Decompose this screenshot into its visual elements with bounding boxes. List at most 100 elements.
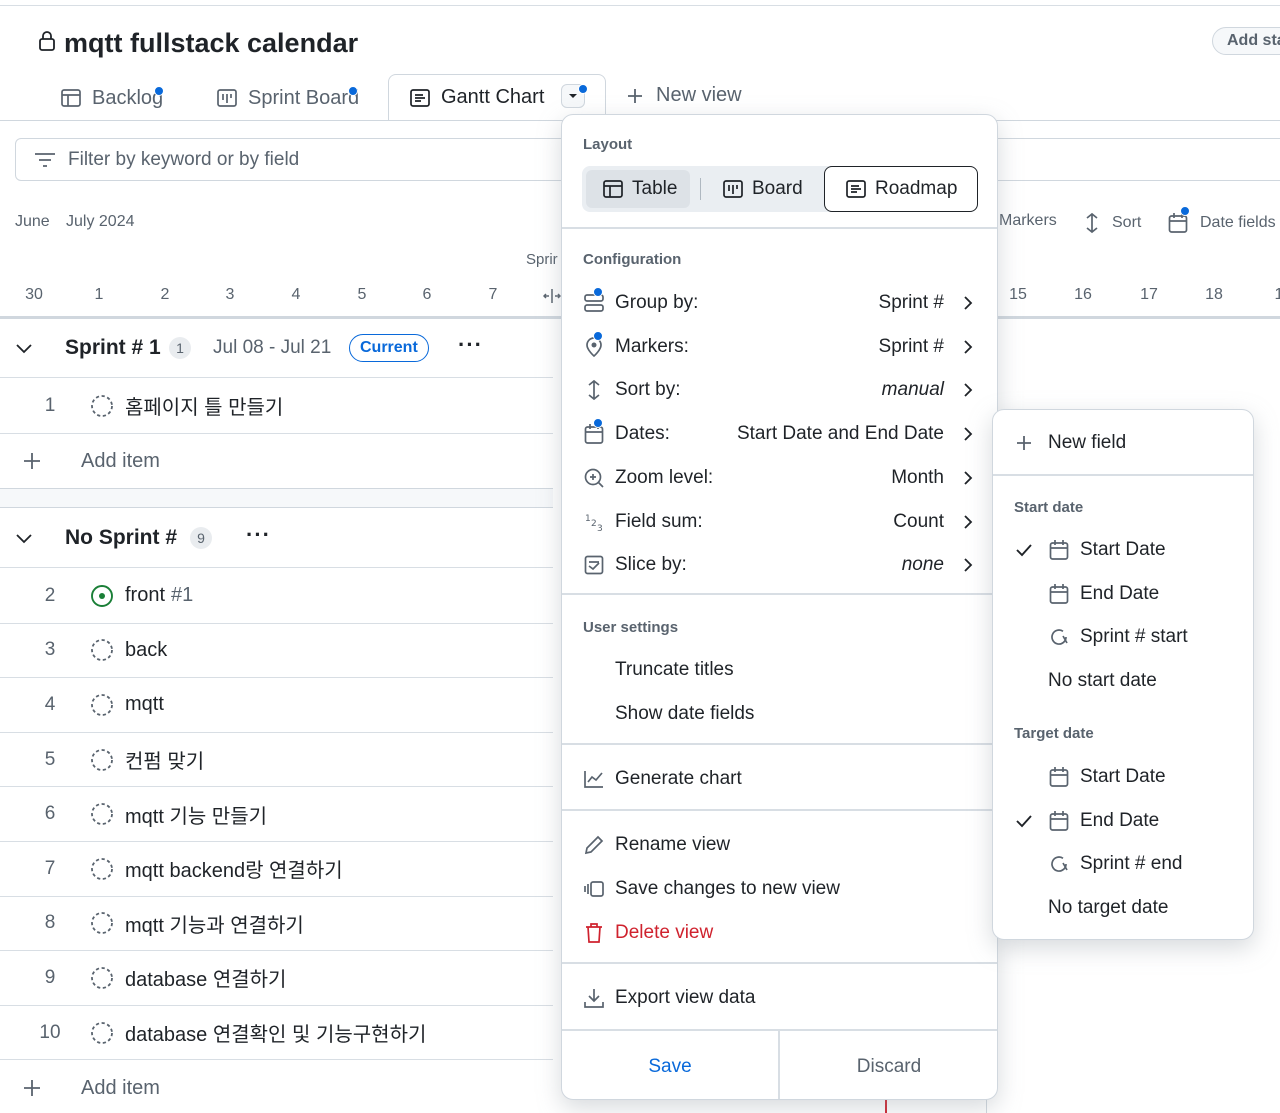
table-row[interactable]: 6 mqtt 기능 만들기 <box>0 787 553 842</box>
board-icon <box>722 178 744 200</box>
menu-item-value: Start Date and End Date <box>736 423 944 445</box>
layout-option-label: Table <box>632 178 678 199</box>
sort-by-item[interactable]: Sort by: manual <box>562 370 997 410</box>
item-title[interactable]: mqtt backend랑 연결하기 <box>125 854 343 883</box>
group-header-sprint-1[interactable]: Sprint # 1 1 Jul 08 - Jul 21 Current ··· <box>0 318 553 378</box>
slice-by-item[interactable]: Slice by: none <box>562 545 997 585</box>
target-date-option[interactable]: Sprint # end <box>993 844 1253 884</box>
start-date-option[interactable]: Sprint # start <box>993 617 1253 657</box>
item-title[interactable]: 홈페이지 틀 만들기 <box>125 391 283 420</box>
dates-item[interactable]: Dates: Start Date and End Date <box>562 414 997 454</box>
item-reference[interactable]: #1 <box>171 584 193 606</box>
target-date-option[interactable]: No target date <box>993 888 1253 928</box>
save-to-new-view-item[interactable]: Save changes to new view <box>562 869 997 909</box>
marker-icon <box>583 330 605 358</box>
submenu-item-label: Start Date <box>1080 766 1166 787</box>
add-item-row[interactable]: Add item <box>0 1061 553 1113</box>
item-title[interactable]: database 연결하기 <box>125 963 286 992</box>
table-row[interactable]: 5 컨펌 맞기 <box>0 733 553 788</box>
chevron-right-icon <box>963 470 973 486</box>
item-title[interactable]: mqtt 기능과 연결하기 <box>125 909 304 938</box>
table-row[interactable]: 9 database 연결하기 <box>0 951 553 1006</box>
add-item-label: Add item <box>81 1076 160 1099</box>
group-header-no-sprint[interactable]: No Sprint # 9 ··· <box>0 508 553 568</box>
table-row[interactable]: 8 mqtt 기능과 연결하기 <box>0 897 553 952</box>
item-title[interactable]: 컨펌 맞기 <box>125 745 204 774</box>
layout-option-table[interactable]: Table <box>586 170 690 208</box>
menu-item-value: manual <box>881 379 944 401</box>
submenu-item-label: End Date <box>1080 582 1160 604</box>
chevron-right-icon <box>963 514 973 530</box>
menu-footer: Save Discard <box>562 1029 997 1099</box>
delete-view-item[interactable]: Delete view <box>562 913 997 953</box>
target-date-option[interactable]: Start Date <box>993 757 1253 797</box>
generate-chart-item[interactable]: Generate chart <box>562 759 997 799</box>
view-options-menu: Layout Table Board Roadmap Configuration… <box>561 114 998 1100</box>
date-fields-button[interactable]: Date fields <box>1168 206 1276 234</box>
date-fields-label: Date fields <box>1200 214 1276 231</box>
chevron-down-icon[interactable] <box>15 532 33 544</box>
rename-view-item[interactable]: Rename view <box>562 825 997 865</box>
unsaved-dot <box>1180 206 1190 216</box>
day-row-right: 15 16 17 18 1 <box>990 0 1280 320</box>
resize-handle-icon[interactable] <box>543 288 561 304</box>
table-row[interactable]: 2 front #1 <box>0 569 553 624</box>
item-title[interactable]: mqtt <box>125 693 164 716</box>
menu-item-label: Markers: <box>615 335 689 357</box>
menu-item-value: Count <box>893 510 944 532</box>
chevron-down-icon <box>567 92 579 100</box>
row-number: 10 <box>39 1021 61 1043</box>
iteration-icon <box>1048 626 1070 648</box>
current-badge: Current <box>349 333 429 362</box>
truncate-titles-toggle[interactable]: Truncate titles <box>562 650 997 690</box>
add-item-row[interactable]: Add item <box>0 434 553 488</box>
group-menu-icon[interactable]: ··· <box>246 522 271 548</box>
table-row[interactable]: 7 mqtt backend랑 연결하기 <box>0 842 553 897</box>
check-icon <box>1015 814 1033 828</box>
item-title[interactable]: database 연결확인 및 기능구현하기 <box>125 1018 426 1047</box>
menu-divider <box>562 227 997 229</box>
segment-divider <box>700 178 701 200</box>
new-field-item[interactable]: New field <box>993 423 1253 463</box>
table-row[interactable]: 3 back <box>0 624 553 679</box>
sort-button[interactable]: Sort <box>1084 212 1141 234</box>
group-by-item[interactable]: Group by: Sprint # <box>562 283 997 323</box>
markers-button[interactable]: Markers <box>999 212 1057 230</box>
item-title-text: mqtt <box>125 693 164 716</box>
row-number: 6 <box>44 803 56 825</box>
start-date-option[interactable]: Start Date <box>993 530 1253 570</box>
discard-button[interactable]: Discard <box>780 1031 997 1099</box>
svg-text:3: 3 <box>597 524 603 533</box>
target-date-option[interactable]: End Date <box>993 801 1253 841</box>
start-date-option[interactable]: No start date <box>993 661 1253 701</box>
item-title[interactable]: mqtt 기능 만들기 <box>125 800 267 829</box>
calendar-icon <box>583 418 605 445</box>
group-menu-icon[interactable]: ··· <box>458 332 483 358</box>
field-sum-item[interactable]: 1 2 3 Field sum: Count <box>562 502 997 542</box>
markers-item[interactable]: Markers: Sprint # <box>562 327 997 367</box>
submenu-item-label: No start date <box>1048 670 1157 692</box>
layout-option-roadmap[interactable]: Roadmap <box>824 166 978 212</box>
start-date-option[interactable]: End Date <box>993 574 1253 614</box>
chevron-down-icon[interactable] <box>15 342 33 354</box>
table-row[interactable]: 4 mqtt <box>0 678 553 733</box>
layout-option-label: Roadmap <box>875 178 958 199</box>
table-row[interactable]: 1 홈페이지 틀 만들기 <box>0 379 553 434</box>
save-button[interactable]: Save <box>562 1031 780 1099</box>
chevron-right-icon <box>963 382 973 398</box>
export-view-item[interactable]: Export view data <box>562 978 997 1018</box>
menu-item-value: Sprint # <box>878 335 944 357</box>
item-title[interactable]: back <box>125 639 167 662</box>
table-row[interactable]: 10 database 연결확인 및 기능구현하기 <box>0 1006 553 1061</box>
graph-icon <box>583 769 605 789</box>
layout-option-board[interactable]: Board <box>722 170 803 208</box>
new-view-button[interactable]: New view <box>626 84 742 107</box>
zoom-level-item[interactable]: Zoom level: Month <box>562 458 997 498</box>
new-view-label: New view <box>656 84 742 106</box>
show-date-fields-toggle[interactable]: Show date fields <box>562 694 997 734</box>
day-label: 1 <box>94 286 104 303</box>
field-sum-icon: 123 <box>583 511 605 533</box>
item-title[interactable]: front #1 <box>125 584 193 607</box>
roadmap-table: Sprint # 1 1 Jul 08 - Jul 21 Current ···… <box>0 318 553 1113</box>
menu-item-label: Sort by: <box>615 379 681 401</box>
